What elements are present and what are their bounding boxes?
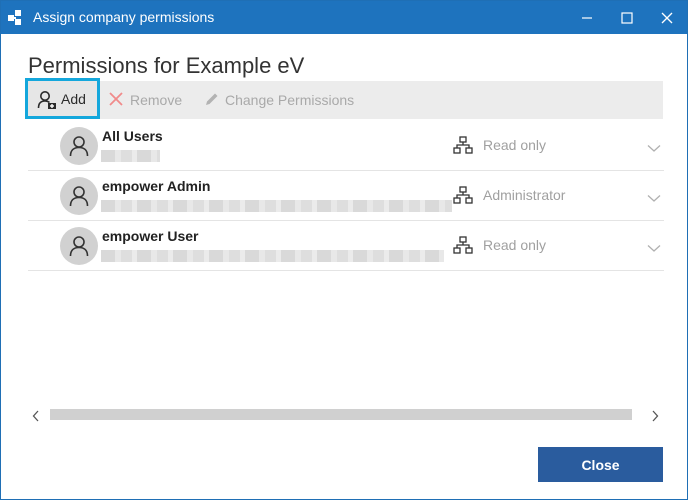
hierarchy-icon — [453, 236, 473, 259]
user-name: All Users — [102, 128, 163, 144]
permission-select[interactable]: Read only — [483, 137, 546, 153]
horizontal-scrollbar[interactable] — [28, 405, 664, 425]
page-title: Permissions for Example eV — [28, 53, 305, 78]
avatar — [60, 227, 98, 265]
chevron-right-icon[interactable] — [651, 409, 659, 427]
add-button[interactable]: Add — [25, 78, 100, 119]
chevron-down-icon[interactable] — [647, 140, 661, 158]
window-title: Assign company permissions — [33, 9, 215, 25]
chevron-down-icon[interactable] — [647, 190, 661, 208]
x-icon — [108, 91, 124, 110]
list-item[interactable]: All Users Read only — [28, 121, 664, 171]
window-close-button[interactable] — [647, 1, 687, 34]
list-item[interactable]: empower User Read only — [28, 221, 664, 271]
chevron-down-icon[interactable] — [647, 240, 661, 258]
remove-button-label: Remove — [130, 92, 183, 108]
redacted-detail — [101, 200, 452, 212]
avatar — [60, 127, 98, 165]
toolbar: Add Remove Change Permissions — [25, 78, 663, 119]
list-item[interactable]: empower Admin Administrator — [28, 171, 664, 221]
add-user-icon — [37, 90, 57, 113]
app-icon — [8, 10, 24, 26]
redacted-detail — [101, 250, 444, 262]
scrollbar-thumb[interactable] — [50, 409, 632, 420]
user-name: empower Admin — [102, 178, 211, 194]
avatar — [60, 177, 98, 215]
pencil-icon — [204, 91, 220, 110]
permission-select[interactable]: Read only — [483, 237, 546, 253]
maximize-button[interactable] — [607, 1, 647, 34]
permissions-list: All Users Read only empower Admin Admini… — [28, 121, 664, 271]
change-permissions-button[interactable]: Change Permissions — [204, 81, 354, 119]
change-permissions-label: Change Permissions — [225, 92, 355, 108]
minimize-button[interactable] — [567, 1, 607, 34]
remove-button[interactable]: Remove — [108, 81, 182, 119]
chevron-left-icon[interactable] — [32, 409, 40, 427]
add-button-label: Add — [61, 91, 86, 107]
close-button[interactable]: Close — [538, 447, 663, 482]
title-bar[interactable]: Assign company permissions — [1, 1, 687, 34]
permission-select[interactable]: Administrator — [483, 187, 565, 203]
hierarchy-icon — [453, 136, 473, 159]
redacted-detail — [101, 150, 160, 162]
user-name: empower User — [102, 228, 199, 244]
hierarchy-icon — [453, 186, 473, 209]
dialog-window: Assign company permissions Permissions f… — [0, 0, 688, 500]
